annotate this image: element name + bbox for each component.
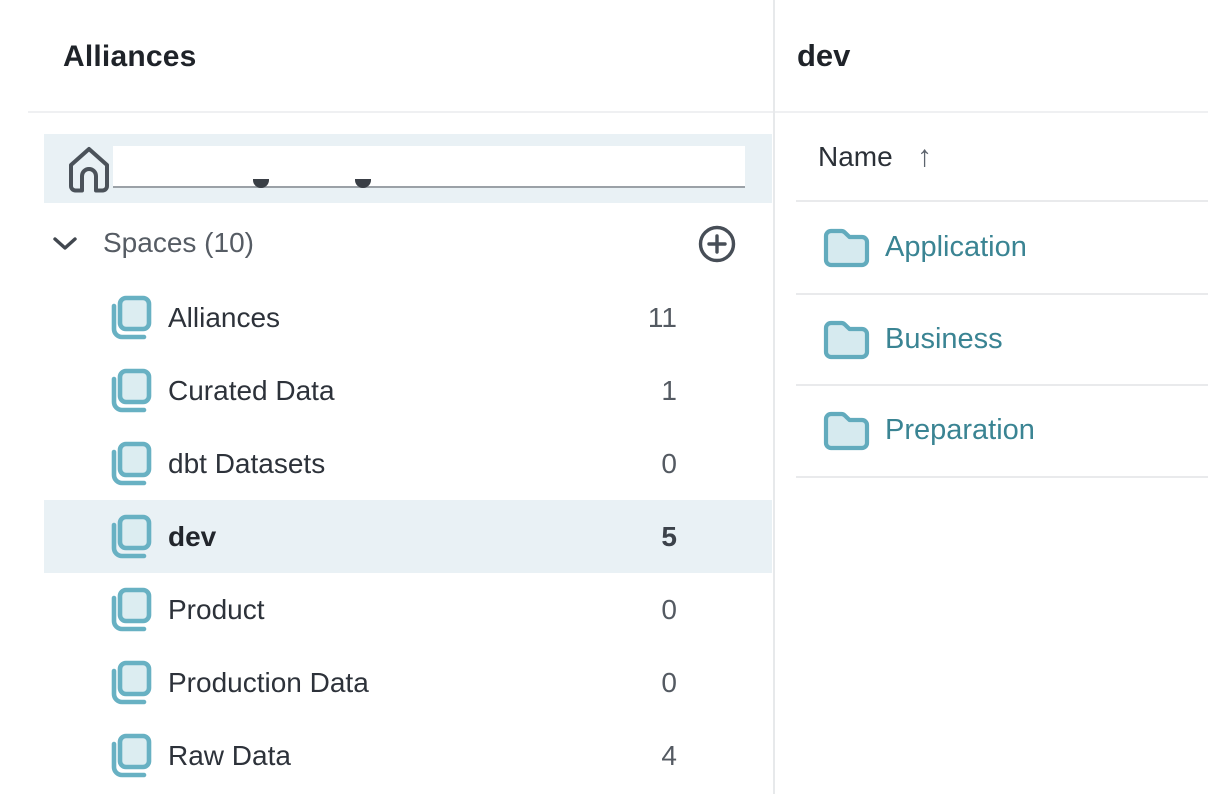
sort-ascending-icon: ↑: [917, 113, 932, 200]
folder-link[interactable]: Business: [885, 294, 1003, 385]
table-header-name[interactable]: Name ↑: [776, 113, 1208, 200]
space-count: 0: [661, 427, 677, 500]
space-label: Production Data: [168, 646, 369, 719]
space-icon: [105, 658, 152, 708]
space-icon: [105, 512, 152, 562]
space-label: dev: [168, 500, 216, 573]
folder-icon: [822, 226, 871, 268]
space-icon: [105, 439, 152, 489]
space-label: dbt Datasets: [168, 427, 325, 500]
folder-link[interactable]: Preparation: [885, 385, 1035, 476]
spaces-section-header: Spaces (10): [0, 221, 772, 265]
space-label: Product: [168, 573, 265, 646]
space-count: 0: [661, 573, 677, 646]
page-title: dev: [797, 38, 850, 74]
home-icon: [66, 144, 112, 194]
space-icon: [105, 366, 152, 416]
plus-circle-icon[interactable]: [697, 224, 737, 264]
chevron-down-icon[interactable]: [48, 229, 82, 257]
sidebar-item-production-data[interactable]: Production Data 0: [44, 646, 772, 719]
space-icon: [105, 293, 152, 343]
sidebar-title: Alliances: [63, 40, 197, 74]
space-count: 4: [661, 719, 677, 792]
sidebar-item-alliances[interactable]: Alliances 11: [44, 281, 772, 354]
sidebar-item-product[interactable]: Product 0: [44, 573, 772, 646]
space-count: 1: [661, 354, 677, 427]
table-divider: [796, 476, 1208, 478]
catalog-app: Alliances Spaces (10): [0, 0, 1208, 794]
main-panel: dev Name ↑ Application Business: [776, 0, 1208, 794]
space-count: 11: [648, 281, 677, 354]
space-icon: [105, 731, 152, 781]
spaces-section-label: Spaces (10): [103, 221, 254, 265]
column-label-name: Name: [818, 113, 893, 200]
table-row[interactable]: Preparation: [776, 385, 1208, 476]
table-row[interactable]: Business: [776, 294, 1208, 385]
space-label: Curated Data: [168, 354, 335, 427]
space-label: Alliances: [168, 281, 280, 354]
sidebar-item-raw-data[interactable]: Raw Data 4: [44, 719, 772, 792]
table-row[interactable]: Application: [776, 202, 1208, 293]
space-icon: [105, 585, 152, 635]
spaces-list: Alliances 11 Curated Data 1: [0, 281, 772, 792]
space-label: Raw Data: [168, 719, 291, 792]
sidebar-item-dev[interactable]: dev 5: [44, 500, 772, 573]
home-breadcrumb-row[interactable]: [44, 134, 772, 203]
sidebar-item-dbt-datasets[interactable]: dbt Datasets 0: [44, 427, 772, 500]
space-count: 0: [661, 646, 677, 719]
space-count: 5: [661, 500, 677, 573]
sidebar-item-curated-data[interactable]: Curated Data 1: [44, 354, 772, 427]
sidebar: Alliances Spaces (10): [0, 0, 773, 794]
panel-divider: [773, 0, 775, 794]
folder-link[interactable]: Application: [885, 202, 1027, 293]
redacted-text-overlay: [113, 146, 745, 188]
folder-icon: [822, 409, 871, 451]
folder-icon: [822, 318, 871, 360]
